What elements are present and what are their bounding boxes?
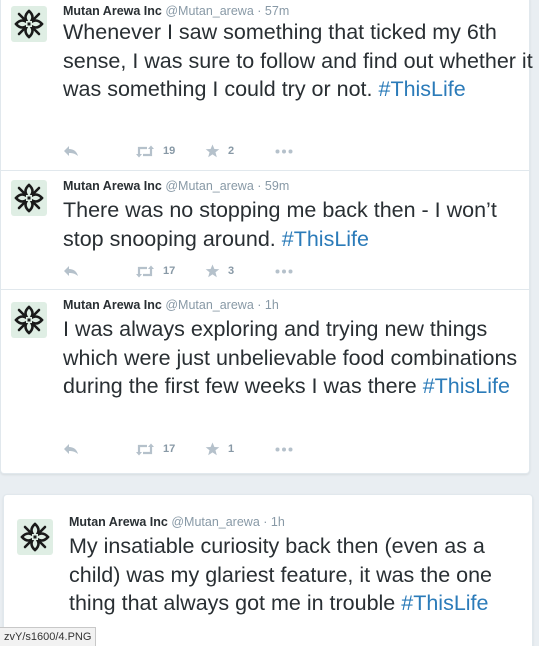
tweet[interactable]: Mutan Arewa Inc @Mutan_arewa · 59m There…	[1, 170, 531, 289]
tweet-time[interactable]: 57m	[265, 4, 289, 18]
retweet-icon	[136, 443, 154, 455]
separator: ·	[257, 298, 262, 312]
tweet[interactable]: Mutan Arewa Inc @Mutan_arewa · 57m Whene…	[1, 0, 533, 168]
author-handle[interactable]: @Mutan_arewa	[171, 515, 259, 529]
reply-icon	[64, 146, 78, 156]
favorite-count: 3	[228, 265, 235, 277]
retweet-icon	[136, 145, 154, 157]
retweet-count: 17	[163, 443, 176, 455]
star-icon	[205, 442, 220, 456]
hashtag-link[interactable]: #ThisLife	[282, 227, 369, 251]
tweet-header: Mutan Arewa Inc @Mutan_arewa · 1h	[63, 298, 279, 312]
tweet-header: Mutan Arewa Inc @Mutan_arewa · 1h	[69, 515, 285, 529]
reply-button[interactable]	[63, 265, 135, 277]
more-icon	[275, 149, 293, 153]
retweet-count: 19	[163, 145, 176, 157]
star-icon	[205, 264, 220, 278]
tweet-feed: Mutan Arewa Inc @Mutan_arewa · 57m Whene…	[0, 0, 539, 646]
favorite-button[interactable]: 2	[205, 144, 275, 158]
author-name[interactable]: Mutan Arewa Inc	[63, 179, 162, 193]
reply-button[interactable]	[63, 145, 135, 157]
separator: ·	[263, 515, 268, 529]
retweet-button[interactable]: 17	[135, 265, 205, 278]
tweet-text: My insatiable curiosity back then (even …	[69, 532, 539, 618]
tweet-text: There was no stopping me back then - I w…	[63, 196, 533, 253]
tweet-actions: 19 2	[63, 142, 293, 160]
author-handle[interactable]: @Mutan_arewa	[165, 179, 253, 193]
retweet-button[interactable]: 19	[135, 145, 205, 158]
author-name[interactable]: Mutan Arewa Inc	[69, 515, 168, 529]
knot-logo-icon	[14, 183, 44, 213]
more-icon	[275, 269, 293, 273]
avatar[interactable]	[11, 6, 47, 42]
tweet[interactable]: Mutan Arewa Inc @Mutan_arewa · 1h My ins…	[4, 495, 534, 646]
tweet-time[interactable]: 1h	[271, 515, 285, 529]
tweet-header: Mutan Arewa Inc @Mutan_arewa · 59m	[63, 179, 289, 193]
tweet-time[interactable]: 59m	[265, 179, 289, 193]
separator: ·	[257, 179, 262, 193]
tweet[interactable]: Mutan Arewa Inc @Mutan_arewa · 1h I was …	[1, 289, 531, 472]
tweet-actions: 17 1	[63, 440, 293, 458]
browser-status-bar: zvY/s1600/4.PNG	[0, 627, 97, 646]
more-button[interactable]	[275, 149, 293, 154]
author-name[interactable]: Mutan Arewa Inc	[63, 4, 162, 18]
tweet-card: Mutan Arewa Inc @Mutan_arewa · 57m Whene…	[0, 0, 533, 474]
knot-logo-icon	[20, 522, 50, 552]
avatar[interactable]	[11, 180, 47, 216]
reply-icon	[64, 444, 78, 454]
hashtag-link[interactable]: #ThisLife	[378, 77, 465, 101]
hashtag-link[interactable]: #ThisLife	[423, 374, 510, 398]
favorite-button[interactable]: 3	[205, 264, 275, 278]
tweet-header: Mutan Arewa Inc @Mutan_arewa · 57m	[63, 4, 289, 18]
retweet-button[interactable]: 17	[135, 443, 205, 456]
separator: ·	[257, 4, 262, 18]
reply-icon	[64, 266, 78, 276]
tweet-card: Mutan Arewa Inc @Mutan_arewa · 1h My ins…	[3, 494, 533, 646]
reply-button[interactable]	[63, 443, 135, 455]
hashtag-link[interactable]: #ThisLife	[401, 591, 488, 615]
retweet-count: 17	[163, 265, 176, 277]
author-name[interactable]: Mutan Arewa Inc	[63, 298, 162, 312]
author-handle[interactable]: @Mutan_arewa	[165, 298, 253, 312]
tweet-text: Whenever I saw something that ticked my …	[63, 18, 533, 104]
more-button[interactable]	[275, 447, 293, 452]
star-icon	[205, 144, 220, 158]
author-handle[interactable]: @Mutan_arewa	[165, 4, 253, 18]
tweet-text: I was always exploring and trying new th…	[63, 315, 533, 401]
avatar[interactable]	[17, 519, 53, 555]
retweet-icon	[136, 265, 154, 277]
more-icon	[275, 447, 293, 451]
favorite-count: 2	[228, 145, 235, 157]
more-button[interactable]	[275, 269, 293, 274]
favorite-count: 1	[228, 443, 235, 455]
tweet-actions: 17 3	[63, 262, 293, 280]
avatar[interactable]	[11, 302, 47, 338]
favorite-button[interactable]: 1	[205, 442, 275, 456]
knot-logo-icon	[14, 9, 44, 39]
tweet-time[interactable]: 1h	[265, 298, 279, 312]
tweet-body: There was no stopping me back then - I w…	[63, 198, 497, 251]
knot-logo-icon	[14, 305, 44, 335]
